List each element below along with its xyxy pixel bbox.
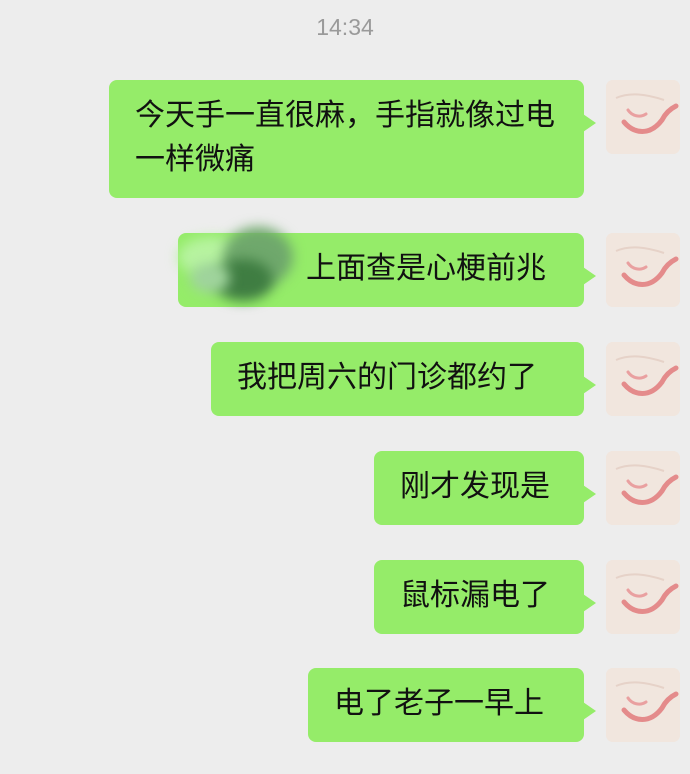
message-6-text: 电了老子一早上 [334,686,544,721]
sender-avatar-1[interactable] [606,80,680,154]
message-4-text: 刚才发现是 [400,469,550,504]
pink-sketch-avatar-icon [606,233,680,307]
message-1-line-1: 今天手一直很麻，手指就像过电 [135,98,555,133]
sender-avatar-3[interactable] [606,342,680,416]
sender-avatar-6[interactable] [606,668,680,742]
pink-sketch-avatar-icon [606,342,680,416]
message-2-text: 上面查是心梗前兆 [306,251,546,286]
message-5-text: 鼠标漏电了 [400,578,550,613]
message-1-line-2: 一样微痛 [135,142,255,177]
sender-avatar-2[interactable] [606,233,680,307]
message-bubble-2[interactable]: 上面查是心梗前兆 [178,227,596,307]
sender-avatar-4[interactable] [606,451,680,525]
pink-sketch-avatar-icon [606,451,680,525]
message-bubble-5[interactable]: 鼠标漏电了 [374,560,596,634]
message-bubble-1[interactable]: 今天手一直很麻，手指就像过电 一样微痛 [109,80,596,198]
pink-sketch-avatar-icon [606,668,680,742]
sender-avatar-5[interactable] [606,560,680,634]
pink-sketch-avatar-icon [606,560,680,634]
redacted-scribble [168,217,308,317]
message-bubble-4[interactable]: 刚才发现是 [374,451,596,525]
message-bubble-6[interactable]: 电了老子一早上 [308,668,596,742]
pink-sketch-avatar-icon [606,80,680,154]
message-3-text: 我把周六的门诊都约了 [237,360,537,395]
message-timestamp: 14:34 [316,14,374,40]
message-bubble-3[interactable]: 我把周六的门诊都约了 [211,342,596,416]
